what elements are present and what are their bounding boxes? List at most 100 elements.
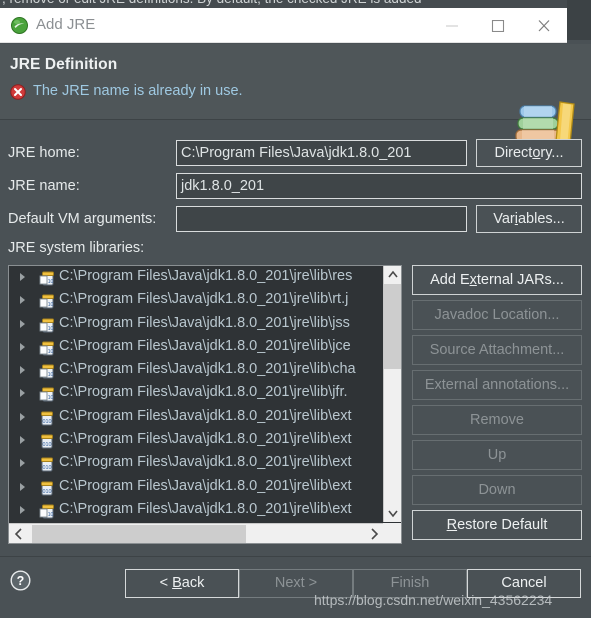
expand-arrow-icon[interactable] [20,436,25,445]
back-button[interactable]: < Back [125,569,239,598]
svg-text:?: ? [17,574,25,588]
page-title: JRE Definition [10,56,118,73]
directory-button[interactable]: Directory... [476,139,582,167]
tree-row[interactable]: 010 C:\Program Files\Java\jdk1.8.0_201\jr… [9,476,384,499]
javadoc-location-button: Javadoc Location... [412,300,582,330]
tree-row[interactable]: 10 C:\Program Files\Java\jdk1.8.0_201\jre… [9,313,384,336]
expand-arrow-icon[interactable] [20,412,25,421]
variables-button[interactable]: Variables... [476,205,582,233]
svg-text:10: 10 [48,512,54,518]
svg-text:10: 10 [48,349,54,355]
expand-arrow-icon[interactable] [20,342,25,351]
jar-icon: 10 [39,386,55,402]
jar-icon: 10 [39,340,55,356]
vertical-scrollbar-thumb[interactable] [384,284,401,369]
button-label: Cancel [501,575,547,591]
expand-arrow-icon[interactable] [20,505,25,514]
jar-icon: 10 [39,503,55,519]
svg-text:010: 010 [43,489,52,495]
expand-arrow-icon[interactable] [20,389,25,398]
tree-row[interactable]: 10 C:\Program Files\Java\jdk1.8.0_201\jre… [9,359,384,382]
scroll-down-icon[interactable] [384,504,401,522]
jre-home-label: JRE home: [8,145,80,161]
svg-text:010: 010 [43,442,52,448]
expand-arrow-icon[interactable] [20,366,25,375]
scroll-left-icon[interactable] [9,524,29,543]
button-label: Next > [274,575,318,591]
tree-row-label: C:\Program Files\Java\jdk1.8.0_201\jre\l… [59,500,352,517]
tree-row[interactable]: 010 C:\Program Files\Java\jdk1.8.0_201\jr… [9,429,384,452]
jar-icon: 10 [39,293,55,309]
tree-row-label: C:\Program Files\Java\jdk1.8.0_201\jre\l… [59,337,351,354]
jre-name-input[interactable]: jdk1.8.0_201 [176,173,582,199]
tree-horizontal-scrollbar[interactable] [9,523,384,543]
tree-row-container: 10 C:\Program Files\Java\jdk1.8.0_201\jre… [9,266,384,522]
remove-button: Remove [412,405,582,435]
watermark-text: https://blog.csdn.net/weixin_43562234 [314,592,553,608]
tree-row-label: C:\Program Files\Java\jdk1.8.0_201\jre\l… [59,454,352,471]
button-label: Remove [470,412,524,428]
add-external-jars-button[interactable]: Add External JARs... [412,265,582,295]
jar-ext-icon: 010 [39,456,55,472]
background-right-edge [567,0,591,40]
svg-text:10: 10 [48,279,54,285]
scroll-up-icon[interactable] [384,266,401,284]
variables-button-label: Variables... [493,211,565,227]
error-icon [10,84,26,100]
source-attachment-button: Source Attachment... [412,335,582,365]
external-annotations-button: External annotations... [412,370,582,400]
help-icon[interactable]: ? [10,570,31,591]
down-button: Down [412,475,582,505]
button-label: External annotations... [424,377,570,393]
restore-default-button[interactable]: Restore Default [412,510,582,540]
window-title: Add JRE [36,16,96,33]
eclipse-icon [11,17,28,34]
button-label: Up [487,447,507,463]
tree-row[interactable]: 10 C:\Program Files\Java\jdk1.8.0_201\jre… [9,499,384,522]
jre-system-libraries-tree[interactable]: 10 C:\Program Files\Java\jdk1.8.0_201\jre… [8,265,402,544]
tree-row[interactable]: 010 C:\Program Files\Java\jdk1.8.0_201\jr… [9,452,384,475]
tree-row-label: C:\Program Files\Java\jdk1.8.0_201\jre\l… [59,477,352,494]
svg-text:10: 10 [48,372,54,378]
expand-arrow-icon[interactable] [20,296,25,305]
tree-row-label: C:\Program Files\Java\jdk1.8.0_201\jre\l… [59,361,356,378]
close-icon[interactable] [521,8,567,43]
jar-ext-icon: 010 [39,480,55,496]
jar-ext-icon: 010 [39,433,55,449]
scroll-right-icon[interactable] [364,524,384,543]
tree-row-label: C:\Program Files\Java\jdk1.8.0_201\jre\l… [59,291,349,308]
button-label: Source Attachment... [429,342,565,358]
directory-button-label: Directory... [494,145,564,161]
tree-vertical-scrollbar[interactable] [383,266,401,522]
tree-row[interactable]: 10 C:\Program Files\Java\jdk1.8.0_201\jre… [9,289,384,312]
svg-text:10: 10 [48,395,54,401]
expand-arrow-icon[interactable] [20,319,25,328]
minimize-button[interactable] [429,8,475,43]
up-button: Up [412,440,582,470]
horizontal-scrollbar-thumb[interactable] [32,525,246,543]
vm-arguments-input[interactable] [176,206,467,232]
tree-row[interactable]: 10 C:\Program Files\Java\jdk1.8.0_201\jre… [9,382,384,405]
jar-icon: 10 [39,363,55,379]
tree-row[interactable]: 10 C:\Program Files\Java\jdk1.8.0_201\jre… [9,266,384,289]
tree-row[interactable]: 10 C:\Program Files\Java\jdk1.8.0_201\jre… [9,336,384,359]
tree-row[interactable]: 010 C:\Program Files\Java\jdk1.8.0_201\jr… [9,406,384,429]
vm-arguments-label: Default VM arguments: [8,211,157,227]
jre-home-input[interactable]: C:\Program Files\Java\jdk1.8.0_201 [176,140,467,166]
svg-text:10: 10 [48,302,54,308]
jre-name-label: JRE name: [8,178,80,194]
expand-arrow-icon[interactable] [20,482,25,491]
button-label: Javadoc Location... [434,307,560,323]
jar-icon: 10 [39,270,55,286]
expand-arrow-icon[interactable] [20,273,25,281]
error-message: The JRE name is already in use. [33,83,243,99]
button-label: < Back [159,575,205,591]
expand-arrow-icon[interactable] [20,459,25,468]
jar-icon: 10 [39,317,55,333]
maximize-button[interactable] [475,8,521,43]
jre-system-libraries-label: JRE system libraries: [8,240,145,256]
button-label: Finish [390,575,430,591]
background-window-text: , remove or edit JRE definitions. By def… [2,0,421,6]
tree-row-label: C:\Program Files\Java\jdk1.8.0_201\jre\l… [59,384,348,401]
svg-text:10: 10 [48,326,54,332]
